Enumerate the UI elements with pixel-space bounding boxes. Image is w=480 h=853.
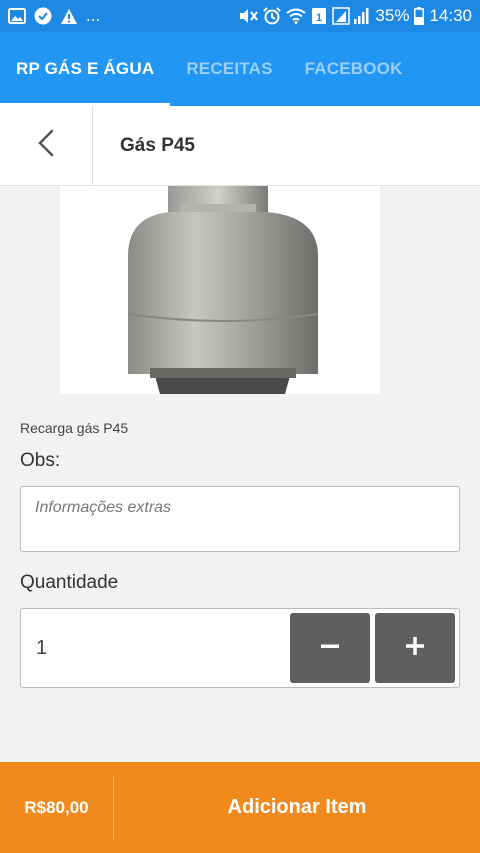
- mute-vibrate-icon: [238, 8, 259, 24]
- status-more: ...: [86, 6, 101, 25]
- total-price: R$80,00: [24, 797, 89, 817]
- image-icon: [8, 8, 26, 24]
- tab-receitas[interactable]: RECEITAS: [170, 32, 288, 106]
- product-header: Gás P45: [0, 106, 480, 186]
- warning-icon: [60, 8, 78, 25]
- status-bar: ... 1 35% 14:30: [0, 0, 480, 32]
- sim-icon: 1: [311, 7, 327, 25]
- back-button[interactable]: [0, 106, 93, 185]
- increase-quantity-button[interactable]: [375, 613, 455, 683]
- footer-bar: R$80,00 Adicionar Item: [0, 762, 480, 853]
- quantity-stepper: 1: [20, 608, 460, 688]
- quantity-value[interactable]: 1: [36, 609, 47, 687]
- quantity-label: Quantidade: [20, 572, 119, 593]
- svg-text:1: 1: [316, 12, 322, 24]
- tab-facebook[interactable]: FACEBOOK: [289, 32, 419, 106]
- decrease-quantity-button[interactable]: [290, 613, 370, 683]
- obs-label: Obs:: [20, 450, 61, 471]
- product-form: Recarga gás P45 Obs: Informações extras …: [20, 420, 460, 688]
- plus-icon: [404, 635, 426, 662]
- tab-rp-gas-e-agua[interactable]: RP GÁS E ÁGUA: [0, 32, 171, 106]
- obs-input[interactable]: Informações extras: [20, 486, 460, 552]
- status-right: 1 35% 14:30: [238, 6, 472, 26]
- minus-icon: [319, 635, 341, 662]
- status-left: ...: [8, 6, 100, 26]
- product-description: Recarga gás P45: [20, 420, 129, 436]
- check-circle-icon: [34, 7, 52, 25]
- signal-icon: [332, 7, 370, 25]
- add-item-button[interactable]: Adicionar Item: [114, 762, 480, 853]
- tab-bar: RP GÁS E ÁGUA RECEITAS FACEBOOK: [0, 32, 480, 106]
- product-image: [0, 186, 480, 394]
- battery-percent: 35%: [375, 6, 410, 25]
- chevron-left-icon: [35, 128, 57, 163]
- alarm-icon: [263, 7, 282, 25]
- battery-icon: [414, 7, 425, 25]
- status-time: 14:30: [429, 6, 472, 25]
- wifi-icon: [286, 8, 307, 24]
- page-title: Gás P45: [120, 134, 195, 156]
- gas-cylinder-image: [127, 186, 319, 394]
